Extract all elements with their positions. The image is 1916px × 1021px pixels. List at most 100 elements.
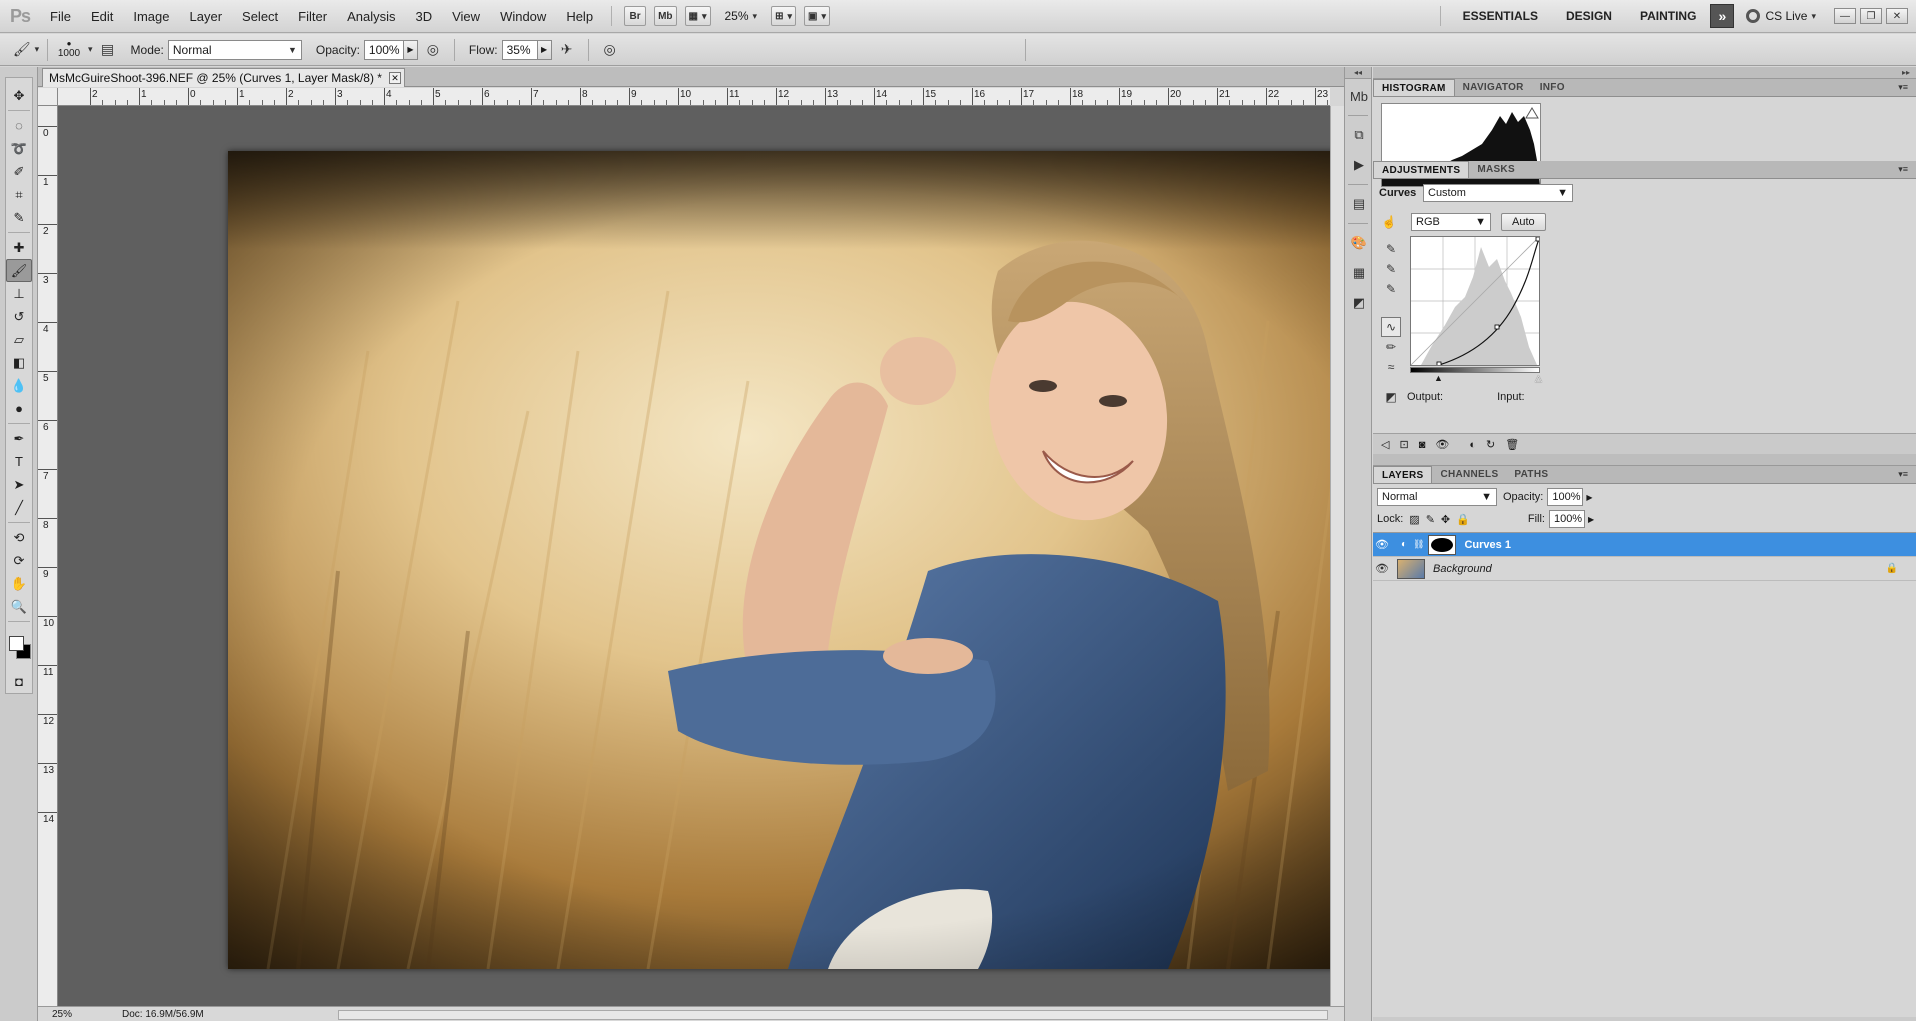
menu-help[interactable]: Help bbox=[556, 0, 603, 33]
zoom-level-select[interactable]: 25% ▾ bbox=[725, 9, 758, 23]
layer-mask-thumbnail[interactable] bbox=[1428, 534, 1457, 555]
blur-tool-icon[interactable]: 💧 bbox=[6, 374, 32, 397]
dodge-tool-icon[interactable]: ● bbox=[6, 397, 32, 420]
brush-size-picker[interactable]: ● 1000 bbox=[54, 40, 84, 60]
document-tab[interactable]: MsMcGuireShoot-396.NEF @ 25% (Curves 1, … bbox=[42, 68, 405, 87]
layer-row-curves[interactable]: 👁 ◐ ⛓ Curves 1 bbox=[1373, 533, 1916, 557]
3d-orbit-tool-icon[interactable]: ⟳ bbox=[6, 549, 32, 572]
zoom-tool-icon[interactable]: 🔍 bbox=[6, 595, 32, 618]
auto-button[interactable]: Auto bbox=[1501, 213, 1546, 231]
menu-filter[interactable]: Filter bbox=[288, 0, 337, 33]
styles-panel-icon[interactable]: ◩ bbox=[1346, 290, 1372, 316]
lasso-tool-icon[interactable]: ➰ bbox=[6, 137, 32, 160]
pressure-opacity-icon[interactable]: ◎ bbox=[421, 39, 445, 61]
pen-tool-icon[interactable]: ✒ bbox=[6, 427, 32, 450]
vertical-scrollbar[interactable] bbox=[1330, 106, 1344, 1006]
tab-adjustments[interactable]: ADJUSTMENTS bbox=[1373, 161, 1470, 178]
history-brush-tool-icon[interactable]: ↺ bbox=[6, 305, 32, 328]
view-extras-button[interactable]: ▦ ▾ bbox=[684, 6, 711, 26]
actions-panel-icon[interactable]: ▶ bbox=[1346, 152, 1372, 178]
arrange-documents-button[interactable]: ⊞ ▾ bbox=[771, 6, 796, 26]
fill-field[interactable]: 100% bbox=[1548, 510, 1585, 528]
curve-point-tool-icon[interactable]: ∿ bbox=[1381, 317, 1401, 337]
eyedropper-tool-icon[interactable]: ✎ bbox=[6, 206, 32, 229]
menu-select[interactable]: Select bbox=[232, 0, 288, 33]
brush-panel-toggle-icon[interactable]: ▤ bbox=[96, 39, 120, 61]
dock-collapse-icon[interactable]: ◂◂ bbox=[1345, 67, 1371, 79]
delete-adjustment-icon[interactable]: 🗑 bbox=[1505, 438, 1519, 451]
show-clipping-icon[interactable]: ◩ bbox=[1381, 387, 1401, 407]
hand-tool-icon[interactable]: ✋ bbox=[6, 572, 32, 595]
minimize-button[interactable]: — bbox=[1834, 8, 1856, 24]
tab-channels[interactable]: CHANNELS bbox=[1432, 466, 1506, 483]
curve-pencil-tool-icon[interactable]: ✏ bbox=[1381, 337, 1401, 357]
flow-slider-arrow[interactable]: ▶ bbox=[537, 39, 552, 60]
curves-preset-select[interactable]: Custom ▼ bbox=[1423, 184, 1573, 202]
menu-edit[interactable]: Edit bbox=[81, 0, 123, 33]
panels-collapse-icon[interactable]: ▸▸ bbox=[1373, 67, 1916, 79]
healing-brush-tool-icon[interactable]: ✚ bbox=[6, 236, 32, 259]
screen-mode-button[interactable]: ▣ ▾ bbox=[803, 6, 830, 26]
quick-selection-tool-icon[interactable]: ✐ bbox=[6, 160, 32, 183]
close-document-icon[interactable]: ✕ bbox=[388, 72, 401, 84]
black-point-eyedropper-icon[interactable]: ✎ bbox=[1381, 239, 1401, 259]
menu-file[interactable]: File bbox=[40, 0, 81, 33]
reset-icon[interactable]: ↻ bbox=[1486, 438, 1495, 451]
minibridge-panel-icon[interactable]: Mb bbox=[1346, 83, 1372, 109]
minibridge-button[interactable]: Mb bbox=[654, 6, 677, 26]
3d-rotate-tool-icon[interactable]: ⟲ bbox=[6, 526, 32, 549]
adjustments-panel-menu-icon[interactable]: ▾≡ bbox=[1898, 161, 1916, 178]
clone-stamp-tool-icon[interactable]: ⊥ bbox=[6, 282, 32, 305]
on-image-adjust-icon[interactable]: ☝ bbox=[1379, 212, 1399, 232]
return-to-list-icon[interactable]: ◁ bbox=[1381, 438, 1389, 451]
layer-link-icon[interactable]: ⛓ bbox=[1413, 539, 1424, 550]
white-point-eyedropper-icon[interactable]: ✎ bbox=[1381, 279, 1401, 299]
pressure-size-icon[interactable]: ◎ bbox=[598, 39, 622, 61]
curves-graph[interactable] bbox=[1410, 236, 1541, 367]
gradient-tool-icon[interactable]: ◧ bbox=[6, 351, 32, 374]
tab-info[interactable]: INFO bbox=[1532, 79, 1573, 96]
eraser-tool-icon[interactable]: ▱ bbox=[6, 328, 32, 351]
tab-paths[interactable]: PATHS bbox=[1506, 466, 1556, 483]
lock-transparency-icon[interactable]: ▨ bbox=[1409, 513, 1419, 526]
workspace-design[interactable]: DESIGN bbox=[1552, 9, 1626, 23]
workspace-essentials[interactable]: ESSENTIALS bbox=[1449, 9, 1552, 23]
more-workspaces-icon[interactable]: » bbox=[1710, 4, 1735, 28]
white-point-slider-icon[interactable]: △ bbox=[1535, 373, 1542, 384]
canvas-area[interactable] bbox=[58, 106, 1330, 1006]
layer-visibility-eye-icon[interactable]: 👁 bbox=[1373, 538, 1391, 551]
tab-layers[interactable]: LAYERS bbox=[1373, 466, 1433, 483]
crop-tool-icon[interactable]: ⌗ bbox=[6, 183, 32, 206]
foreground-color-swatch[interactable] bbox=[9, 636, 24, 651]
color-swatches[interactable] bbox=[6, 626, 32, 666]
restore-button[interactable]: ❐ bbox=[1860, 8, 1882, 24]
lock-pixels-icon[interactable]: ✎ bbox=[1426, 513, 1435, 526]
color-panel-icon[interactable]: 🎨 bbox=[1346, 230, 1372, 256]
workspace-painting[interactable]: PAINTING bbox=[1626, 9, 1710, 23]
horizontal-scrollbar[interactable] bbox=[338, 1010, 1328, 1020]
vertical-ruler[interactable]: 0 1 2 3 4 5 6 7 8 9 10 11 12 13 14 bbox=[38, 106, 58, 1006]
horizontal-ruler[interactable]: 2 1 0 1 2 3 4 5 6 7 8 9 10 11 12 13 14 15 16 17 18 19 20 21 22 23 bbox=[58, 88, 1330, 106]
brush-tool-icon[interactable]: 🖌 bbox=[6, 259, 32, 282]
marquee-tool-icon[interactable]: ◌ bbox=[6, 114, 32, 137]
menu-view[interactable]: View bbox=[442, 0, 490, 33]
shape-tool-icon[interactable]: ╱ bbox=[6, 496, 32, 519]
layer-row-background[interactable]: 👁 Background 🔒 bbox=[1373, 557, 1916, 581]
menu-analysis[interactable]: Analysis bbox=[337, 0, 405, 33]
airbrush-icon[interactable]: ✈ bbox=[555, 39, 579, 61]
lock-position-icon[interactable]: ✥ bbox=[1441, 513, 1450, 526]
quick-mask-icon[interactable]: ◘ bbox=[6, 670, 32, 693]
background-thumbnail[interactable] bbox=[1397, 558, 1425, 579]
cs-live-button[interactable]: CS Live ▾ bbox=[1746, 9, 1816, 23]
type-tool-icon[interactable]: T bbox=[6, 450, 32, 473]
opacity-field[interactable]: 100% bbox=[363, 39, 404, 60]
menu-image[interactable]: Image bbox=[123, 0, 179, 33]
brush-tool-preset-icon[interactable]: 🖌 ▾ bbox=[13, 39, 39, 61]
bridge-button[interactable]: Br bbox=[624, 6, 647, 26]
layers-collapse-icon[interactable] bbox=[1373, 454, 1916, 466]
gray-point-eyedropper-icon[interactable]: ✎ bbox=[1381, 259, 1401, 279]
document-image[interactable] bbox=[228, 151, 1330, 969]
fill-arrow[interactable]: ▶ bbox=[1588, 515, 1594, 524]
status-zoom[interactable]: 25% bbox=[38, 1009, 82, 1020]
menu-window[interactable]: Window bbox=[490, 0, 556, 33]
